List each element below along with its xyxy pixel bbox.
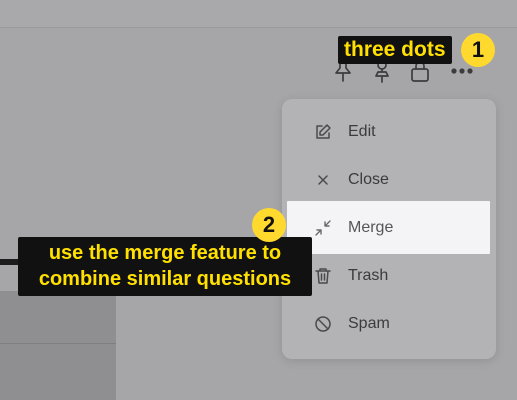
annotation-line: use the merge feature to xyxy=(48,242,282,264)
merge-icon xyxy=(314,219,332,237)
menu-item-label: Spam xyxy=(348,315,390,332)
menu-item-label: Merge xyxy=(348,218,394,236)
menu-item-label: Close xyxy=(348,171,389,188)
actions-menu: Edit Close Merge Trash Spam xyxy=(282,99,496,359)
menu-item-spam[interactable]: Spam xyxy=(282,300,496,348)
menu-item-edit[interactable]: Edit xyxy=(282,108,496,156)
step-badge-2: 2 xyxy=(252,208,286,242)
annotation-line: combine similar questions xyxy=(38,268,292,290)
annotation-three-dots: three dots xyxy=(338,36,452,64)
menu-item-close[interactable]: Close xyxy=(282,156,496,204)
menu-item-merge[interactable]: Merge xyxy=(287,201,490,254)
edit-icon xyxy=(314,123,332,141)
trash-icon xyxy=(314,267,332,285)
menu-item-label: Trash xyxy=(348,267,389,284)
step-badge-1: 1 xyxy=(461,33,495,67)
content-panel xyxy=(0,291,116,400)
row-divider xyxy=(0,343,116,344)
page-header xyxy=(0,0,517,28)
close-icon xyxy=(314,171,332,189)
menu-item-label: Edit xyxy=(348,123,376,140)
menu-item-trash[interactable]: Trash xyxy=(282,252,496,300)
annotation-merge: use the merge feature to combine similar… xyxy=(18,237,312,296)
spam-icon xyxy=(314,315,332,333)
